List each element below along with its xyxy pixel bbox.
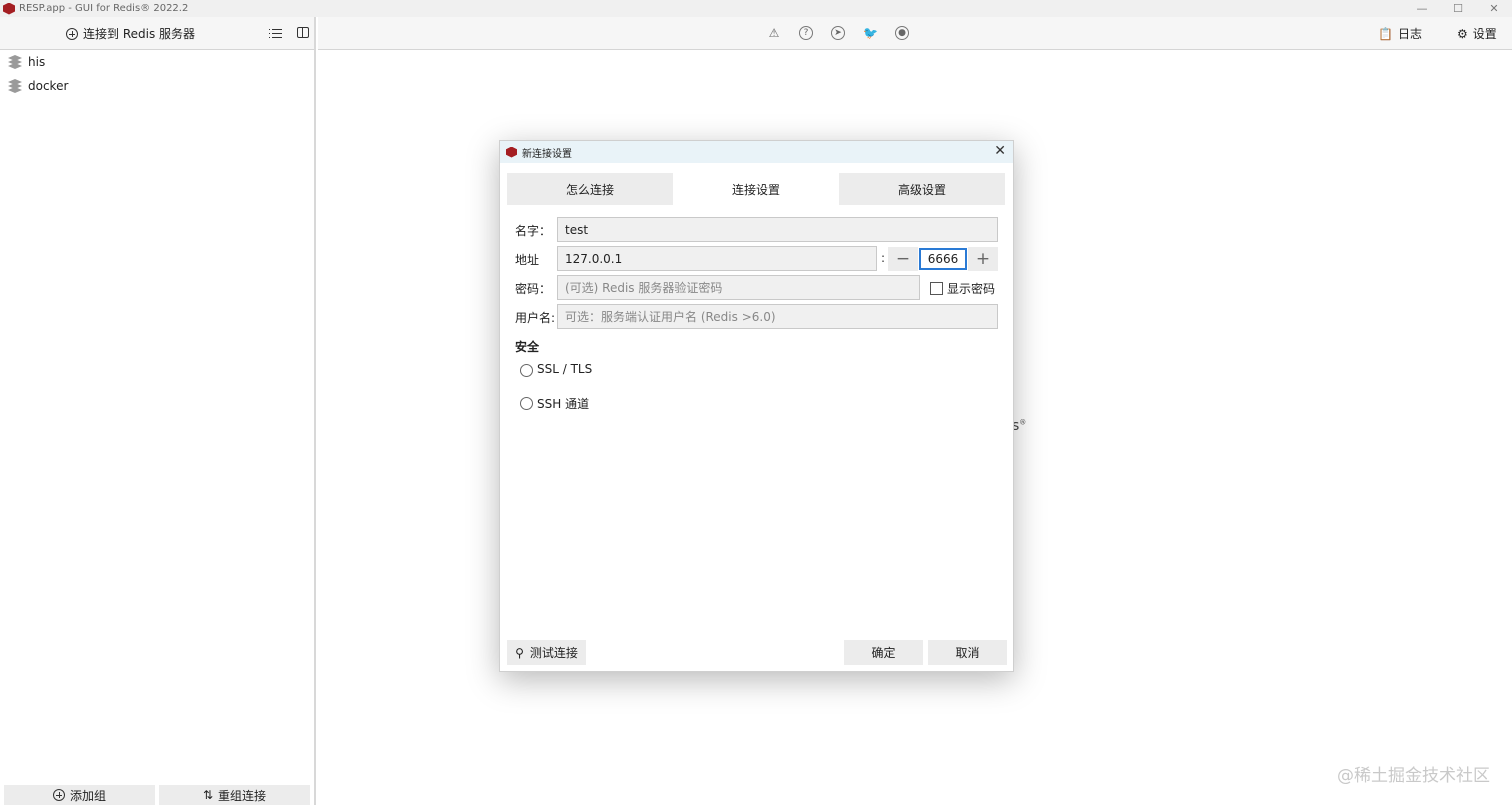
address-label: 地址: [515, 253, 540, 267]
connection-item[interactable]: docker: [0, 74, 314, 98]
github-icon[interactable]: ●: [895, 26, 909, 40]
ssl-tls-radio[interactable]: [520, 364, 533, 377]
list-view-icon[interactable]: [269, 26, 283, 40]
username-label: 用户名:: [515, 311, 556, 325]
connection-name: docker: [28, 79, 69, 93]
name-field[interactable]: test: [557, 217, 998, 242]
plug-icon: ⚲: [515, 645, 524, 660]
connections-footer: 添加组 ⇅ 重组连接: [0, 785, 314, 805]
port-field[interactable]: 6666: [919, 248, 967, 270]
log-button[interactable]: 📋 日志: [1378, 25, 1422, 42]
server-stack-icon: [7, 78, 23, 94]
port-separator: :: [881, 251, 886, 265]
regroup-label: 重组连接: [218, 788, 267, 803]
sort-arrows-icon: ⇅: [202, 788, 214, 802]
minimize-button[interactable]: —: [1404, 0, 1440, 17]
title-bar: RESP.app - GUI for Redis® 2022.2 — ☐ ✕: [0, 0, 1512, 17]
help-icon[interactable]: ?: [799, 26, 813, 40]
port-increment-button[interactable]: +: [968, 247, 998, 271]
tab-how-to-connect[interactable]: 怎么连接: [507, 173, 673, 205]
cancel-button[interactable]: 取消: [928, 640, 1007, 665]
add-group-button[interactable]: 添加组: [4, 785, 155, 805]
security-section-title: 安全: [515, 340, 540, 354]
test-connection-label: 测试连接: [529, 646, 578, 660]
connect-to-redis-button[interactable]: 连接到 Redis 服务器: [66, 25, 195, 42]
ssl-tls-label[interactable]: SSL / TLS: [537, 362, 592, 376]
connections-panel: 连接到 Redis 服务器 his docker 添加组 ⇅ 重组连接: [0, 17, 316, 805]
ssh-tunnel-label[interactable]: SSH 通道: [537, 395, 589, 412]
password-field[interactable]: (可选) Redis 服务器验证密码: [557, 275, 920, 300]
dialog-title: 新连接设置: [522, 148, 572, 160]
clipboard-icon: 📋: [1378, 26, 1393, 41]
add-circle-icon: [52, 789, 65, 801]
show-password-checkbox[interactable]: [930, 282, 943, 295]
add-group-label: 添加组: [69, 788, 106, 803]
connections-toolbar: 连接到 Redis 服务器: [0, 17, 314, 50]
regroup-connections-button[interactable]: ⇅ 重组连接: [159, 785, 310, 805]
gear-icon: ⚙: [1457, 26, 1468, 41]
settings-button[interactable]: ⚙ 设置: [1457, 25, 1497, 42]
name-label: 名字：: [515, 224, 552, 238]
settings-label: 设置: [1472, 27, 1497, 41]
dialog-title-bar: 新连接设置 ✕: [500, 141, 1013, 163]
ok-button[interactable]: 确定: [844, 640, 923, 665]
show-password-label[interactable]: 显示密码: [947, 280, 995, 297]
port-decrement-button[interactable]: −: [888, 247, 918, 271]
tab-connection-settings[interactable]: 连接设置: [673, 173, 839, 205]
add-circle-icon: [66, 27, 78, 40]
new-connection-dialog: 新连接设置 ✕ 怎么连接 连接设置 高级设置 名字： test 地址 127.0…: [499, 140, 1014, 672]
dialog-tabs: 怎么连接 连接设置 高级设置: [507, 173, 1007, 205]
password-label: 密码：: [515, 282, 552, 296]
tab-advanced-settings[interactable]: 高级设置: [839, 173, 1005, 205]
window-title: RESP.app - GUI for Redis® 2022.2: [19, 3, 189, 14]
twitter-icon[interactable]: 🐦: [863, 26, 878, 40]
warning-icon[interactable]: ⚠: [767, 26, 781, 40]
ssh-tunnel-radio[interactable]: [520, 397, 533, 410]
main-toolbar: ⚠ ? ➤ 🐦 ● 📋 日志 ⚙ 设置: [318, 17, 1512, 50]
background-logo-fragment: s®: [1012, 418, 1027, 434]
redis-logo-icon: [506, 146, 517, 158]
username-field[interactable]: 可选：服务端认证用户名 (Redis >6.0): [557, 304, 998, 329]
connection-name: his: [28, 55, 46, 69]
server-stack-icon: [7, 54, 23, 70]
connect-label: 连接到 Redis 服务器: [83, 27, 196, 41]
close-icon[interactable]: ✕: [994, 144, 1006, 158]
telegram-icon[interactable]: ➤: [831, 26, 845, 40]
log-label: 日志: [1397, 27, 1422, 41]
close-button[interactable]: ✕: [1476, 0, 1512, 17]
redis-logo-icon: [3, 2, 15, 15]
host-field[interactable]: 127.0.0.1: [557, 246, 877, 271]
split-panel-icon[interactable]: [297, 27, 309, 38]
maximize-button[interactable]: ☐: [1440, 0, 1476, 17]
watermark: @稀土掘金技术社区: [1337, 766, 1490, 786]
test-connection-button[interactable]: ⚲ 测试连接: [507, 640, 586, 665]
window-controls: — ☐ ✕: [1404, 0, 1512, 17]
connection-item[interactable]: his: [0, 50, 314, 74]
